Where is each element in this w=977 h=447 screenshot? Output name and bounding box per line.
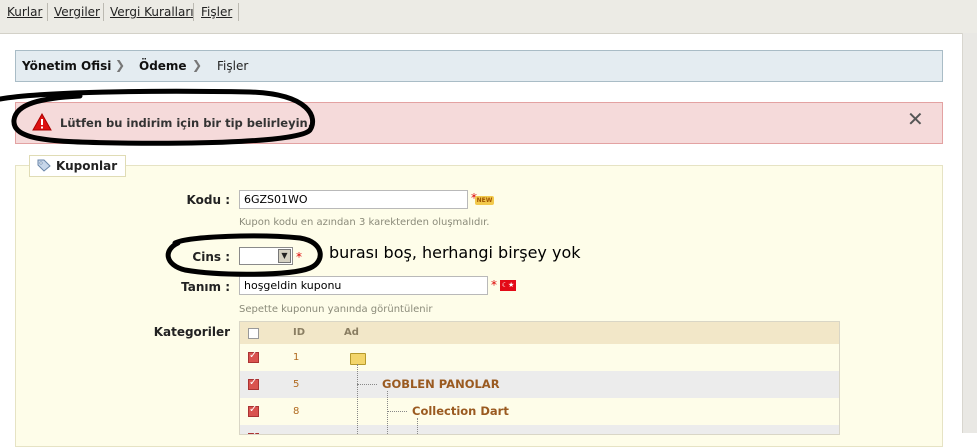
row-checkbox[interactable] [248,377,259,390]
required-marker: * [296,250,302,264]
select-all-checkbox[interactable] [248,328,259,339]
tree-connector [387,391,388,434]
row-checkbox[interactable] [248,350,259,363]
code-input[interactable] [239,190,468,209]
type-label: Cins : [192,250,230,264]
table-row: 5 GOBLEN PANOLAR [240,371,839,398]
breadcrumb-item-odeme[interactable]: Ödeme [139,59,187,73]
folder-icon[interactable] [350,353,366,365]
column-header-id: ID [293,327,306,338]
table-row: 8 Collection Dart [240,398,839,425]
alert-message: Lütfen bu indirim için bir tip belirleyi… [60,116,313,130]
categories-label: Kategoriler [153,325,230,339]
nav-separator [47,3,48,21]
tree-connector [387,411,407,412]
annotation-text: burası boş, herhangi birşey yok [329,243,581,262]
nav-link-kurlar[interactable]: Kurlar [7,5,42,19]
new-badge: NEW [475,196,494,205]
panel-title-text: Kuponlar [56,159,118,173]
table-row [240,425,839,434]
code-hint: Kupon kodu en azından 3 karekterden oluş… [239,217,490,228]
table-header: ID Ad [240,322,839,344]
breadcrumb-item-yonetim-ofisi[interactable]: Yönetim Ofisi [22,59,111,73]
description-input[interactable] [239,276,488,295]
chevron-down-icon[interactable]: ▼ [278,249,291,263]
type-select[interactable]: ▼ [239,247,293,265]
nav-link-vergi-kurallari[interactable]: Vergi Kuralları [110,5,194,19]
categories-table: ID Ad 1 5 GOBLEN PANOLAR 8 Collection Da… [239,321,840,435]
row-id: 1 [293,352,300,363]
row-checkbox[interactable] [248,404,259,417]
required-marker: * [491,278,497,292]
row-name[interactable]: GOBLEN PANOLAR [382,377,500,391]
nav-separator [238,3,239,21]
close-icon[interactable]: ✕ [907,107,924,131]
tag-icon [37,159,51,172]
error-alert: Lütfen bu indirim için bir tip belirleyi… [15,102,943,144]
vertical-scrollbar[interactable] [962,33,977,433]
description-hint: Sepette kuponun yanında görüntülenir [239,304,433,315]
breadcrumb-item-current: Fişler [217,59,249,73]
row-id: 8 [293,406,300,417]
description-label: Tanım : [181,280,230,294]
nav-separator [103,3,104,21]
turkish-flag-icon[interactable]: ☾★ [500,280,516,291]
nav-link-fisler[interactable]: Fişler [201,5,232,19]
row-checkbox[interactable] [248,431,259,434]
row-id: 5 [293,379,300,390]
tree-connector [357,384,377,385]
breadcrumb: Yönetim Ofisi ❯ Ödeme ❯ Fişler [15,50,943,82]
top-navigation: Kurlar Vergiler Vergi Kuralları Fişler [0,0,977,34]
row-name[interactable]: Collection Dart [412,404,509,418]
table-row: 1 [240,344,839,371]
nav-separator [193,3,194,21]
tree-connector [417,418,418,434]
chevron-right-icon: ❯ [192,58,203,72]
panel-title: Kuponlar [29,155,127,177]
nav-link-vergiler[interactable]: Vergiler [54,5,100,19]
warning-icon [32,113,52,131]
code-label: Kodu : [186,193,230,207]
chevron-right-icon: ❯ [115,58,126,72]
column-header-name: Ad [344,327,359,338]
tree-connector [357,364,358,434]
